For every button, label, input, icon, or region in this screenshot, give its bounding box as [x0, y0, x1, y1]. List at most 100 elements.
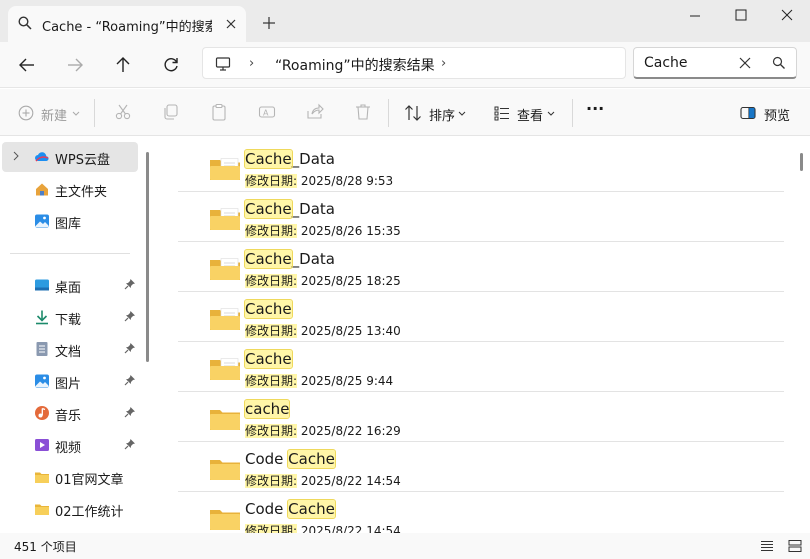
- clear-search-icon[interactable]: [738, 56, 752, 74]
- forward-button[interactable]: [64, 54, 86, 76]
- sidebar-item-label: 视频: [55, 441, 82, 456]
- rename-button[interactable]: A: [258, 103, 276, 123]
- sidebar-item-label: 主文件夹: [55, 185, 108, 200]
- refresh-button[interactable]: [160, 54, 182, 76]
- breadcrumb[interactable]: “Roaming”中的搜索结果: [275, 55, 435, 75]
- file-date: 修改日期: 2025/8/25 13:40: [245, 322, 401, 339]
- address-path[interactable]: › “Roaming”中的搜索结果 ›: [202, 47, 626, 79]
- trash-icon: [356, 104, 370, 120]
- date-value: 2025/8/26 15:35: [300, 224, 401, 238]
- content-scrollbar[interactable]: [800, 153, 803, 171]
- date-value: 2025/8/28 9:53: [300, 174, 394, 188]
- tab-title: Cache - “Roaming”中的搜索结: [42, 20, 212, 35]
- title-bar: Cache - “Roaming”中的搜索结: [0, 0, 810, 42]
- new-button-label: 新建: [41, 109, 68, 124]
- sort-button[interactable]: 排序: [404, 103, 468, 124]
- file-row[interactable]: Cache_Data 修改日期: 2025/8/25 18:25: [178, 242, 784, 292]
- file-name-prefix: Code: [245, 450, 289, 468]
- file-name: Code Cache: [245, 449, 336, 469]
- sidebar-item-music[interactable]: 音乐: [2, 398, 138, 428]
- divider: [94, 99, 95, 127]
- chevron-right-icon[interactable]: [12, 151, 20, 161]
- pin-icon[interactable]: [124, 278, 136, 290]
- file-name: cache: [243, 399, 291, 419]
- cut-button[interactable]: [114, 103, 132, 123]
- maximize-button[interactable]: [718, 6, 764, 26]
- divider: [572, 99, 573, 127]
- folder-icon: [210, 258, 240, 280]
- file-row[interactable]: Cache_Data 修改日期: 2025/8/26 15:35: [178, 192, 784, 242]
- sidebar-item-pictures[interactable]: 图片: [2, 366, 138, 396]
- computer-icon: [215, 56, 231, 76]
- share-button[interactable]: [306, 103, 324, 123]
- clipboard-icon: [212, 103, 226, 121]
- minimize-button[interactable]: [672, 6, 718, 26]
- file-name: Cache_Data: [244, 149, 335, 169]
- search-match-highlight: Cache: [287, 449, 336, 469]
- sidebar-item-videos[interactable]: 视频: [2, 430, 138, 460]
- new-tab-button[interactable]: [260, 14, 278, 32]
- sidebar-item-label: 文档: [55, 345, 82, 360]
- close-window-button[interactable]: [764, 6, 810, 26]
- share-icon: [307, 103, 324, 119]
- folder-icon: [210, 308, 240, 330]
- tab-search-results[interactable]: Cache - “Roaming”中的搜索结: [8, 6, 246, 42]
- breadcrumb-separator[interactable]: ›: [249, 56, 254, 71]
- copy-icon: [164, 104, 178, 120]
- file-row[interactable]: Cache 修改日期: 2025/8/25 13:40: [178, 292, 784, 342]
- view-list-icon: [494, 106, 509, 121]
- sidebar-item-folder-02[interactable]: 02工作统计: [2, 494, 138, 524]
- sidebar-item-label: 下载: [55, 313, 82, 328]
- search-input[interactable]: [644, 55, 734, 71]
- paste-button[interactable]: [210, 103, 228, 123]
- delete-button[interactable]: [354, 103, 372, 123]
- details-view-icon[interactable]: [760, 539, 774, 557]
- date-value: 2025/8/22 14:54: [300, 524, 401, 533]
- more-options-button[interactable]: ···: [586, 99, 610, 119]
- date-value: 2025/8/25 13:40: [300, 324, 401, 338]
- sidebar-item-desktop[interactable]: 桌面: [2, 270, 138, 300]
- sort-icon: [405, 105, 421, 121]
- file-name: Cache_Data: [244, 199, 335, 219]
- file-row[interactable]: cache 修改日期: 2025/8/22 16:29: [178, 392, 784, 442]
- folder-icon: [210, 158, 240, 180]
- pin-icon[interactable]: [124, 310, 136, 322]
- sidebar-item-downloads[interactable]: 下载: [2, 302, 138, 332]
- sidebar-item-documents[interactable]: 文档: [2, 334, 138, 364]
- up-button[interactable]: [112, 54, 134, 76]
- file-row[interactable]: Cache_Data 修改日期: 2025/8/28 9:53: [178, 142, 784, 192]
- search-match-highlight: Cache: [244, 199, 293, 219]
- file-row[interactable]: Code Cache 修改日期: 2025/8/22 14:54: [178, 492, 784, 533]
- pin-icon[interactable]: [124, 406, 136, 418]
- search-match-highlight: Cache: [244, 249, 293, 269]
- pin-icon[interactable]: [124, 438, 136, 450]
- new-button[interactable]: 新建: [18, 103, 80, 124]
- search-match-highlight: Cache: [244, 299, 293, 319]
- sidebar-item-home[interactable]: 主文件夹: [2, 174, 138, 204]
- sidebar-item-folder-01[interactable]: 01官网文章: [2, 462, 138, 492]
- tiles-view-icon[interactable]: [788, 539, 802, 557]
- search-icon[interactable]: [772, 56, 786, 74]
- back-button[interactable]: [16, 54, 38, 76]
- breadcrumb-separator[interactable]: ›: [441, 56, 446, 71]
- sidebar-item-wps-cloud[interactable]: WPS云盘: [2, 142, 138, 172]
- file-row[interactable]: Code Cache 修改日期: 2025/8/22 14:54: [178, 442, 784, 492]
- sidebar-scrollbar[interactable]: [146, 152, 149, 362]
- preview-pane-icon: [740, 106, 756, 120]
- sidebar-item-label: 图库: [55, 217, 82, 232]
- copy-button[interactable]: [162, 103, 180, 123]
- pin-icon[interactable]: [124, 342, 136, 354]
- file-date: 修改日期: 2025/8/25 18:25: [245, 272, 401, 289]
- preview-pane-button[interactable]: 预览: [740, 103, 794, 124]
- file-row[interactable]: Cache 修改日期: 2025/8/25 9:44: [178, 342, 784, 392]
- sidebar-item-gallery[interactable]: 图库: [2, 206, 138, 236]
- date-label: 修改日期:: [245, 374, 298, 388]
- scissors-icon: [115, 104, 131, 120]
- folder-icon: [210, 510, 240, 530]
- folder-icon: [210, 410, 240, 430]
- tab-close-icon[interactable]: [222, 15, 240, 33]
- sort-label: 排序: [429, 109, 456, 124]
- view-button[interactable]: 查看: [494, 103, 558, 124]
- search-box[interactable]: [633, 47, 797, 79]
- pin-icon[interactable]: [124, 374, 136, 386]
